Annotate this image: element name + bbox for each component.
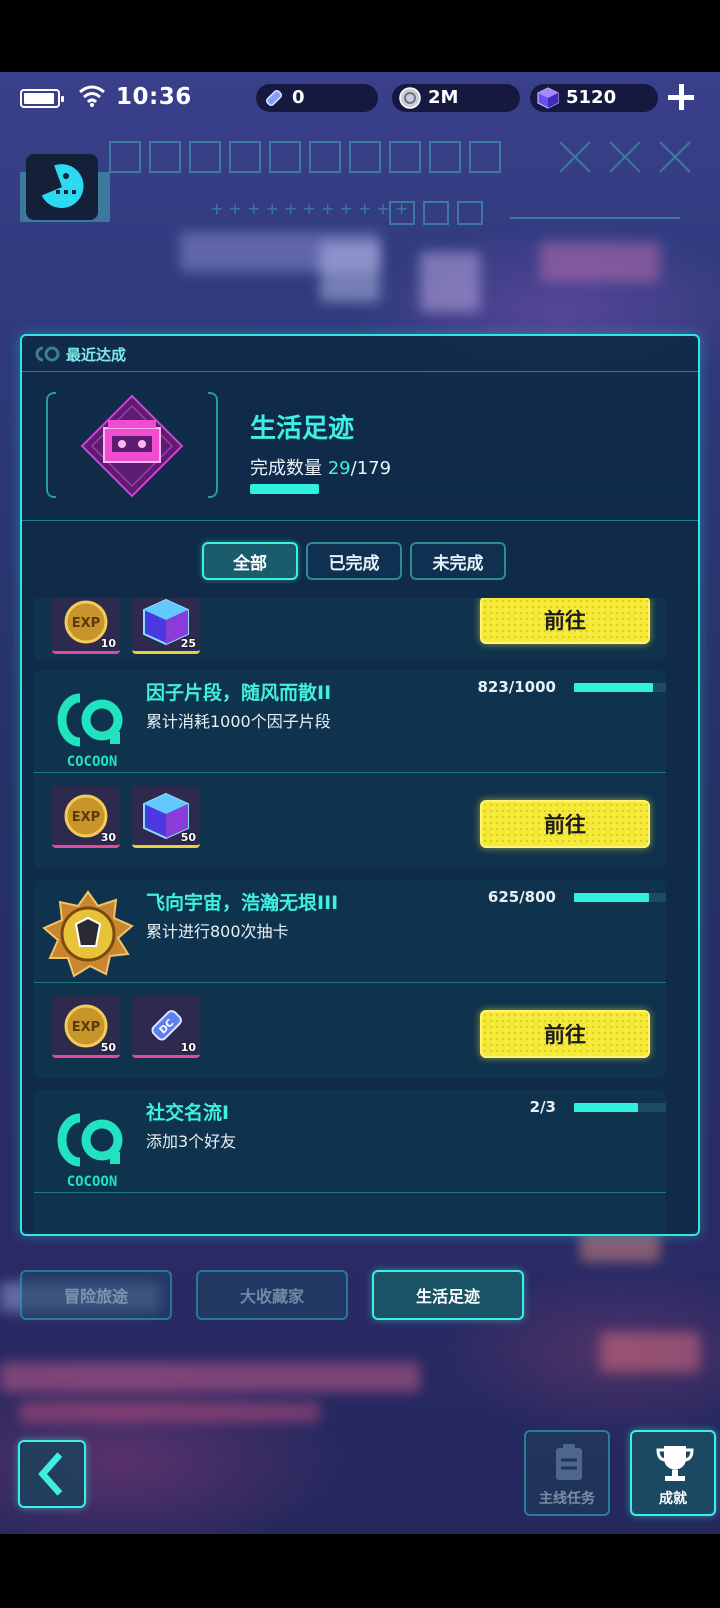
achievement-progress-fill: [574, 1103, 639, 1112]
currency-tickets[interactable]: 0: [256, 84, 378, 112]
reward-qty: 10: [100, 637, 116, 650]
gold-medal-icon: [42, 890, 134, 978]
tab-collector[interactable]: 大收藏家: [196, 1270, 348, 1320]
cocoon-logo-text: COCOON: [67, 754, 118, 770]
reward-item[interactable]: EXP 50: [52, 996, 120, 1058]
achievement-desc: 添加3个好友: [146, 1132, 237, 1151]
tab-life-footprint[interactable]: 生活足迹: [372, 1270, 524, 1320]
card-divider: [34, 1192, 666, 1193]
cocoon-logo-icon: COCOON: [57, 1113, 123, 1190]
reward-item[interactable]: 25: [132, 598, 200, 654]
reward-item[interactable]: EXP 30: [52, 786, 120, 848]
nav-main-quest[interactable]: 主线任务: [524, 1430, 610, 1516]
nav-achievements[interactable]: 成就: [630, 1430, 716, 1516]
completion-count: 完成数量 29/179: [250, 454, 391, 480]
nav-achievements-label: 成就: [659, 1491, 687, 1507]
clock-time: 10:36: [116, 84, 192, 110]
header-decoration: + + + + + + + + + + +: [20, 141, 691, 225]
achievement-name: 因子片段，随风而散II: [146, 682, 332, 704]
cocoon-logo-icon: COCOON: [57, 693, 123, 770]
svg-text:+ + + + + + + + + + +: + + + + + + + + + + +: [210, 199, 408, 218]
cassette-badge-icon: [80, 394, 184, 498]
filter-completed-button[interactable]: 已完成: [306, 542, 402, 580]
go-button[interactable]: 前往: [480, 800, 650, 848]
achievement-panel: 最近达成 生活足迹 完成数量 29/179 全部 已完成 未完成 EXP 10 …: [20, 334, 700, 1236]
gem-cube-icon: [537, 87, 559, 109]
achievement-progress-fill: [574, 893, 649, 902]
category-title: 生活足迹: [250, 414, 355, 444]
go-button[interactable]: 前往: [480, 1010, 650, 1058]
svg-text:EXP: EXP: [72, 616, 100, 631]
achievement-name: 社交名流I: [146, 1102, 230, 1124]
completion-done: 29: [327, 458, 351, 479]
divider: [22, 520, 698, 521]
currency-gems[interactable]: 5120: [530, 84, 658, 112]
reward-qty: 10: [180, 1041, 196, 1054]
achievement-progress-bar: [574, 1103, 666, 1112]
achievement-progress-fill: [574, 683, 653, 692]
reward-item[interactable]: DC 10: [132, 996, 200, 1058]
pacman-icon: [41, 164, 84, 209]
reward-qty: 50: [180, 831, 196, 844]
achievement-card: COCOON 社交名流I 添加3个好友 2/3: [34, 1090, 666, 1234]
coin-count: 2M: [428, 87, 459, 108]
wifi-icon: [79, 85, 105, 107]
filter-all-button[interactable]: 全部: [202, 542, 298, 580]
trophy-icon: [656, 1446, 694, 1481]
completion-total: /179: [350, 458, 392, 479]
achievement-desc: 累计进行800次抽卡: [146, 922, 289, 941]
ticket-count: 0: [292, 87, 305, 108]
category-badge: [46, 392, 218, 498]
reward-qty: 50: [100, 1041, 116, 1054]
tab-adventure[interactable]: 冒险旅途: [20, 1270, 172, 1320]
achievement-list[interactable]: EXP 10 25 前往 COCOON 因子片段，随风而散II 累计消耗1000…: [34, 598, 688, 1234]
completion-progress-bar: [250, 484, 678, 494]
svg-text:EXP: EXP: [72, 1020, 100, 1035]
card-divider: [34, 772, 666, 773]
chevron-left-icon: [38, 1452, 63, 1496]
game-logo: [26, 154, 98, 220]
completion-count-label: 完成数量: [250, 458, 322, 479]
ticket-icon: [266, 90, 282, 106]
reward-item[interactable]: 50: [132, 786, 200, 848]
achievement-card: EXP 10 25 前往: [34, 598, 666, 660]
cocoon-small-icon: [35, 346, 60, 362]
go-button[interactable]: 前往: [480, 598, 650, 644]
gem-count: 5120: [566, 87, 617, 108]
recent-label: 最近达成: [66, 346, 127, 364]
add-currency-button[interactable]: [664, 80, 698, 114]
card-divider: [34, 982, 666, 983]
achievement-progress-bar: [574, 683, 666, 692]
reward-qty: 30: [100, 831, 116, 844]
completion-progress-fill: [250, 484, 320, 494]
reward-item[interactable]: EXP 10: [52, 598, 120, 654]
achievement-progress-text: 625/800: [487, 888, 556, 906]
svg-text:EXP: EXP: [72, 810, 100, 825]
recent-header: 最近达成: [22, 336, 698, 372]
clipboard-icon: [556, 1444, 582, 1480]
achievement-progress-text: 2/3: [529, 1098, 556, 1116]
filter-incomplete-button[interactable]: 未完成: [410, 542, 506, 580]
nav-main-quest-label: 主线任务: [539, 1491, 595, 1507]
battery-icon: [20, 89, 64, 108]
achievement-card: 飞向宇宙，浩瀚无垠III 累计进行800次抽卡 625/800 EXP 50 D…: [34, 880, 666, 1078]
cocoon-logo-text: COCOON: [67, 1174, 118, 1190]
achievement-name: 飞向宇宙，浩瀚无垠III: [146, 892, 339, 914]
achievement-card: COCOON 因子片段，随风而散II 累计消耗1000个因子片段 823/100…: [34, 670, 666, 868]
achievement-desc: 累计消耗1000个因子片段: [146, 712, 331, 731]
achievement-progress-text: 823/1000: [477, 678, 556, 696]
back-button[interactable]: [18, 1440, 86, 1508]
reward-qty: 25: [180, 637, 196, 650]
currency-coins[interactable]: 2M: [392, 84, 520, 112]
achievement-progress-bar: [574, 893, 666, 902]
coin-icon: [399, 87, 421, 109]
